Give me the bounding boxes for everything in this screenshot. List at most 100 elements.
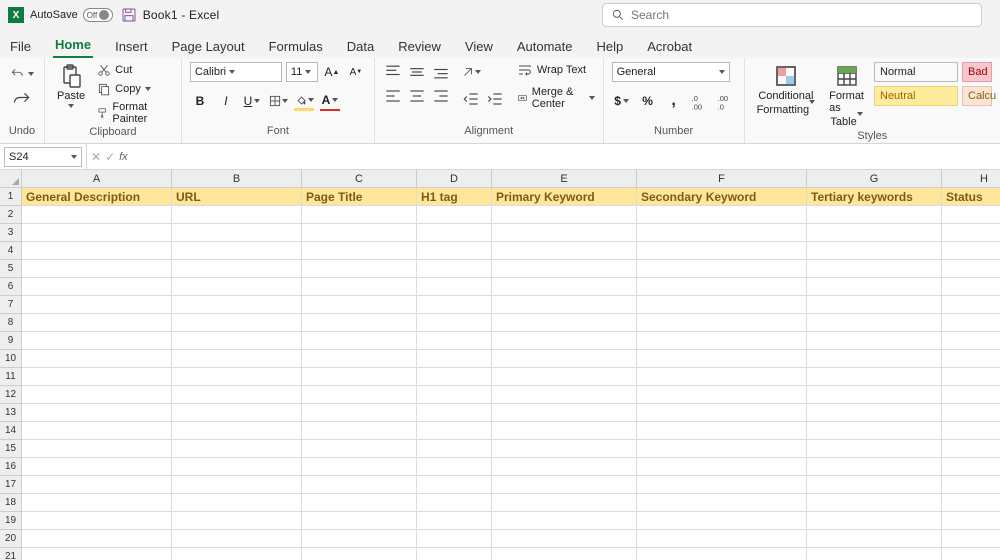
underline-button[interactable]: U xyxy=(242,91,262,111)
style-normal[interactable]: Normal xyxy=(874,62,958,82)
cell-G9[interactable] xyxy=(807,332,942,350)
cell-B14[interactable] xyxy=(172,422,302,440)
cell-G21[interactable] xyxy=(807,548,942,560)
column-header-C[interactable]: C xyxy=(302,170,417,188)
column-header-B[interactable]: B xyxy=(172,170,302,188)
row-header-9[interactable]: 9 xyxy=(0,332,22,350)
bold-button[interactable]: B xyxy=(190,91,210,111)
formula-input[interactable] xyxy=(132,144,1000,169)
align-left-button[interactable] xyxy=(383,86,403,106)
italic-button[interactable]: I xyxy=(216,91,236,111)
cell-H5[interactable] xyxy=(942,260,1000,278)
cell-H18[interactable] xyxy=(942,494,1000,512)
cell-D9[interactable] xyxy=(417,332,492,350)
cell-B8[interactable] xyxy=(172,314,302,332)
cell-F9[interactable] xyxy=(637,332,807,350)
fill-color-button[interactable] xyxy=(294,91,314,111)
cell-D13[interactable] xyxy=(417,404,492,422)
cell-G5[interactable] xyxy=(807,260,942,278)
cell-F8[interactable] xyxy=(637,314,807,332)
cell-C15[interactable] xyxy=(302,440,417,458)
cell-E1[interactable]: Primary Keyword xyxy=(492,188,637,206)
cell-E15[interactable] xyxy=(492,440,637,458)
cell-C14[interactable] xyxy=(302,422,417,440)
cell-E13[interactable] xyxy=(492,404,637,422)
cell-H7[interactable] xyxy=(942,296,1000,314)
cell-E14[interactable] xyxy=(492,422,637,440)
cell-D12[interactable] xyxy=(417,386,492,404)
cell-C16[interactable] xyxy=(302,458,417,476)
cell-D2[interactable] xyxy=(417,206,492,224)
cell-C10[interactable] xyxy=(302,350,417,368)
cell-B19[interactable] xyxy=(172,512,302,530)
cell-F13[interactable] xyxy=(637,404,807,422)
cell-F4[interactable] xyxy=(637,242,807,260)
cell-G3[interactable] xyxy=(807,224,942,242)
cell-C8[interactable] xyxy=(302,314,417,332)
cell-E7[interactable] xyxy=(492,296,637,314)
cell-F21[interactable] xyxy=(637,548,807,560)
cell-B13[interactable] xyxy=(172,404,302,422)
cell-E16[interactable] xyxy=(492,458,637,476)
cell-H20[interactable] xyxy=(942,530,1000,548)
merge-center-button[interactable]: Merge & Center xyxy=(517,86,595,110)
cell-D14[interactable] xyxy=(417,422,492,440)
cell-A7[interactable] xyxy=(22,296,172,314)
cell-A9[interactable] xyxy=(22,332,172,350)
cell-B15[interactable] xyxy=(172,440,302,458)
cell-D7[interactable] xyxy=(417,296,492,314)
cell-B20[interactable] xyxy=(172,530,302,548)
align-middle-button[interactable] xyxy=(407,62,427,82)
font-name-combo[interactable]: Calibri xyxy=(190,62,282,82)
cell-C7[interactable] xyxy=(302,296,417,314)
cell-H9[interactable] xyxy=(942,332,1000,350)
redo-button[interactable] xyxy=(12,90,32,110)
tab-help[interactable]: Help xyxy=(595,35,626,58)
cell-G4[interactable] xyxy=(807,242,942,260)
cell-C6[interactable] xyxy=(302,278,417,296)
cell-D20[interactable] xyxy=(417,530,492,548)
cell-C18[interactable] xyxy=(302,494,417,512)
cell-H11[interactable] xyxy=(942,368,1000,386)
cell-H6[interactable] xyxy=(942,278,1000,296)
cell-B17[interactable] xyxy=(172,476,302,494)
cell-G13[interactable] xyxy=(807,404,942,422)
cell-C9[interactable] xyxy=(302,332,417,350)
row-header-11[interactable]: 11 xyxy=(0,368,22,386)
cell-A15[interactable] xyxy=(22,440,172,458)
cell-C20[interactable] xyxy=(302,530,417,548)
cell-A18[interactable] xyxy=(22,494,172,512)
save-icon[interactable] xyxy=(121,7,137,23)
cell-H2[interactable] xyxy=(942,206,1000,224)
cell-E18[interactable] xyxy=(492,494,637,512)
name-box[interactable]: S24 xyxy=(4,147,82,167)
cell-F10[interactable] xyxy=(637,350,807,368)
style-neutral[interactable]: Neutral xyxy=(874,86,958,106)
row-header-8[interactable]: 8 xyxy=(0,314,22,332)
row-header-15[interactable]: 15 xyxy=(0,440,22,458)
cell-B2[interactable] xyxy=(172,206,302,224)
cell-G19[interactable] xyxy=(807,512,942,530)
number-format-combo[interactable]: General xyxy=(612,62,730,82)
cell-A6[interactable] xyxy=(22,278,172,296)
cell-E19[interactable] xyxy=(492,512,637,530)
cell-F2[interactable] xyxy=(637,206,807,224)
cell-A17[interactable] xyxy=(22,476,172,494)
cell-H15[interactable] xyxy=(942,440,1000,458)
cell-C4[interactable] xyxy=(302,242,417,260)
tab-formulas[interactable]: Formulas xyxy=(267,35,325,58)
percent-button[interactable]: % xyxy=(638,91,658,111)
fx-cancel-icon[interactable]: ✕ xyxy=(91,150,101,164)
cell-E17[interactable] xyxy=(492,476,637,494)
cell-H14[interactable] xyxy=(942,422,1000,440)
tab-insert[interactable]: Insert xyxy=(113,35,150,58)
cell-C1[interactable]: Page Title xyxy=(302,188,417,206)
orientation-button[interactable] xyxy=(461,62,481,82)
cell-E9[interactable] xyxy=(492,332,637,350)
cell-B6[interactable] xyxy=(172,278,302,296)
cell-A16[interactable] xyxy=(22,458,172,476)
decrease-indent-button[interactable] xyxy=(461,89,481,109)
cell-H21[interactable] xyxy=(942,548,1000,560)
style-calculation[interactable]: Calcu xyxy=(962,86,992,106)
search-input[interactable]: Search xyxy=(602,3,982,27)
